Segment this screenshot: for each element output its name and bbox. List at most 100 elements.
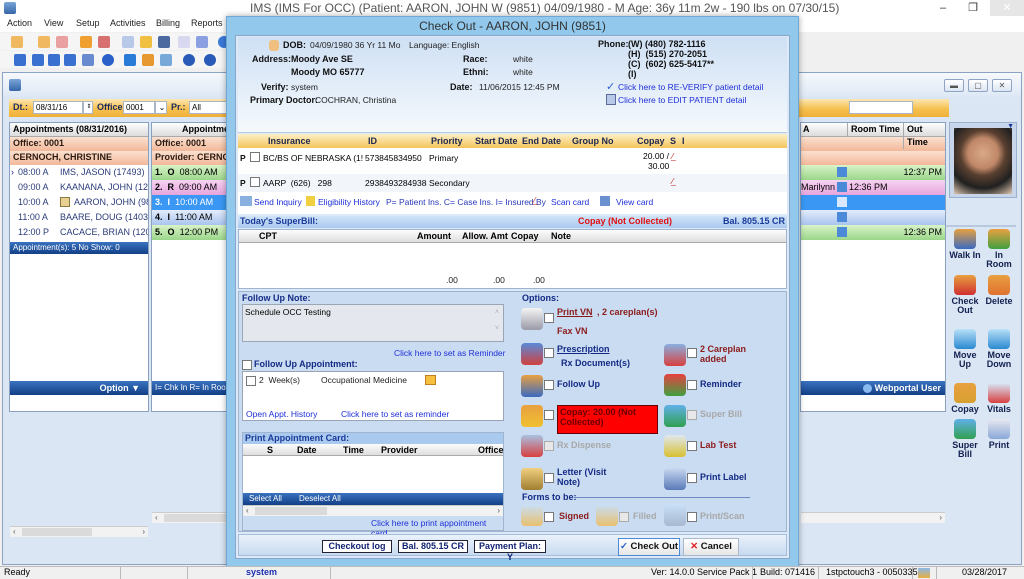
form-status-icon[interactable] xyxy=(837,182,847,192)
appointment-row[interactable]: 12:00 P CACACE, BRIAN (120) xyxy=(10,225,148,240)
send-inquiry-link[interactable]: Send Inquiry xyxy=(254,197,302,207)
refresh-icon[interactable] xyxy=(102,54,114,66)
office-dropdown-icon[interactable]: ⌄ xyxy=(155,101,167,114)
careplan-checkbox[interactable] xyxy=(687,347,697,358)
follow-up-note-textarea[interactable]: Schedule OCC Testing ˄ ˅ xyxy=(242,304,504,342)
interval-checkbox[interactable] xyxy=(246,375,256,386)
menu-action[interactable]: Action xyxy=(7,18,32,28)
child-minimize-button[interactable]: ▬ xyxy=(944,79,964,92)
close-button[interactable]: ✕ xyxy=(990,0,1024,16)
super-bill-button[interactable]: Super Bill xyxy=(948,419,982,459)
date-spinner[interactable]: ⇕ xyxy=(83,101,93,114)
copay-checkbox[interactable] xyxy=(544,409,554,420)
menu-activities[interactable]: Activities xyxy=(110,18,146,28)
print-label-checkbox[interactable] xyxy=(687,472,697,483)
child-close-button[interactable]: ✕ xyxy=(992,79,1012,92)
menu-setup[interactable]: Setup xyxy=(76,18,100,28)
delete-button[interactable]: Delete xyxy=(982,275,1016,306)
set-reminder-link[interactable]: Click here to set as Reminder xyxy=(394,348,506,358)
rx-dispense-checkbox[interactable] xyxy=(544,440,554,451)
reminder-checkbox[interactable] xyxy=(687,379,697,390)
grid-row[interactable]: 12:36 PM xyxy=(801,225,945,240)
restore-button[interactable]: ❐ xyxy=(958,0,988,16)
provider-select[interactable]: All xyxy=(189,101,229,114)
scan-card-icon[interactable]: ⁄̲ xyxy=(672,176,673,186)
grid-row[interactable]: Marilynn 12:36 PM xyxy=(801,180,945,195)
scan-card-link[interactable]: Scan card xyxy=(551,197,589,207)
super-bill-checkbox[interactable] xyxy=(687,409,697,420)
view-card-link[interactable]: View card xyxy=(616,197,653,207)
letter-checkbox[interactable] xyxy=(544,472,554,483)
set-as-reminder-link[interactable]: Click here to set as reminder xyxy=(341,409,449,419)
fax-vn-option[interactable]: Fax VN xyxy=(557,326,588,336)
lab-test-option[interactable]: Lab Test xyxy=(700,440,736,450)
copay-option[interactable]: Copay: 20.00 (Not Collected) xyxy=(557,405,658,434)
menu-billing[interactable]: Billing xyxy=(156,18,180,28)
signed-checkbox[interactable] xyxy=(544,511,554,522)
cancel-button[interactable]: ✕ Cancel xyxy=(683,538,739,556)
last-record-icon[interactable] xyxy=(64,54,76,66)
form-status-icon[interactable] xyxy=(837,197,847,207)
grid-row[interactable] xyxy=(801,195,945,210)
insurance-row[interactable]: P BC/BS OF NEBRASKA (1! 573845834950 Pri… xyxy=(238,149,787,173)
date-input[interactable]: 08/31/16 xyxy=(33,101,83,114)
note-scrollbar[interactable]: ˄ ˅ xyxy=(492,305,502,341)
shield-icon[interactable] xyxy=(158,36,170,48)
rx-icon[interactable] xyxy=(122,36,134,48)
minimize-button[interactable]: – xyxy=(928,0,958,16)
follow-up-appointment-checkbox[interactable] xyxy=(242,359,252,370)
folder-icon[interactable] xyxy=(80,36,92,48)
print-card-hscrollbar[interactable]: ‹ › xyxy=(243,505,503,516)
open-appt-history-link[interactable]: Open Appt. History xyxy=(246,409,317,419)
move-down-button[interactable]: Move Down xyxy=(982,329,1016,369)
rx-documents-option[interactable]: Rx Document(s) xyxy=(561,358,630,368)
menu-reports[interactable]: Reports xyxy=(191,18,223,28)
filled-option[interactable]: Filled xyxy=(633,511,657,521)
chart-icon[interactable] xyxy=(142,54,154,66)
form-status-icon[interactable] xyxy=(837,167,847,177)
form-icon[interactable] xyxy=(196,36,208,48)
form-status-icon[interactable] xyxy=(837,227,847,237)
rx-dispense-option[interactable]: Rx Dispense xyxy=(557,440,611,450)
office-select[interactable]: 0001 xyxy=(123,101,155,114)
notes-icon[interactable] xyxy=(98,36,110,48)
letter-option[interactable]: Letter (Visit Note) xyxy=(557,467,617,487)
deselect-all-button[interactable]: Deselect All xyxy=(299,493,341,505)
appointment-row[interactable]: 11:00 A BAARE, DOUG (14033) xyxy=(10,210,148,225)
print-scan-option[interactable]: Print/Scan xyxy=(700,511,745,521)
walk-in-button[interactable]: Walk In xyxy=(948,229,982,260)
edit-patient-link[interactable]: Click here to EDIT PATIENT detail xyxy=(618,95,746,105)
exit-icon[interactable] xyxy=(204,54,216,66)
patient-edit-icon[interactable] xyxy=(56,36,68,48)
follow-up-option[interactable]: Follow Up xyxy=(557,379,600,389)
menu-view[interactable]: View xyxy=(44,18,63,28)
search-input[interactable] xyxy=(849,101,913,114)
prescription-option[interactable]: Prescription xyxy=(557,344,610,354)
reverify-link[interactable]: Click here to RE-VERIFY patient detail xyxy=(618,82,763,92)
option-button[interactable]: Option ▼ xyxy=(10,381,148,395)
appointments-hscrollbar[interactable]: ‹ › xyxy=(10,526,148,537)
dollar-icon[interactable] xyxy=(124,54,136,66)
patient-icon[interactable] xyxy=(11,36,23,48)
sort-icon[interactable] xyxy=(82,54,94,66)
lab-flask-icon[interactable] xyxy=(140,36,152,48)
help-icon[interactable] xyxy=(183,54,195,66)
check-out-button[interactable]: ✓ Check Out xyxy=(618,538,680,556)
checkout-log-button[interactable]: Checkout log xyxy=(322,540,392,553)
print-vn-checkbox[interactable] xyxy=(544,312,554,323)
select-all-button[interactable]: Select All xyxy=(249,493,282,505)
eligibility-history-link[interactable]: Eligibility History xyxy=(318,197,380,207)
careplan-added-option[interactable]: 2 Careplan added xyxy=(700,344,760,364)
grid-hscrollbar[interactable]: › xyxy=(801,512,945,523)
previous-record-icon[interactable] xyxy=(32,54,44,66)
settings-icon[interactable] xyxy=(160,54,172,66)
super-bill-option[interactable]: Super Bill xyxy=(700,409,742,419)
print-vn-option[interactable]: Print VN xyxy=(557,307,593,317)
print-scan-checkbox[interactable] xyxy=(687,511,697,522)
form-status-icon[interactable] xyxy=(837,212,847,222)
grid-row[interactable] xyxy=(801,210,945,225)
in-room-button[interactable]: In Room xyxy=(982,229,1016,269)
vitals-button[interactable]: Vitals xyxy=(982,383,1016,414)
appointment-row[interactable]: › 08:00 A IMS, JASON (17493) xyxy=(10,165,148,180)
calendar-icon[interactable] xyxy=(425,375,436,385)
